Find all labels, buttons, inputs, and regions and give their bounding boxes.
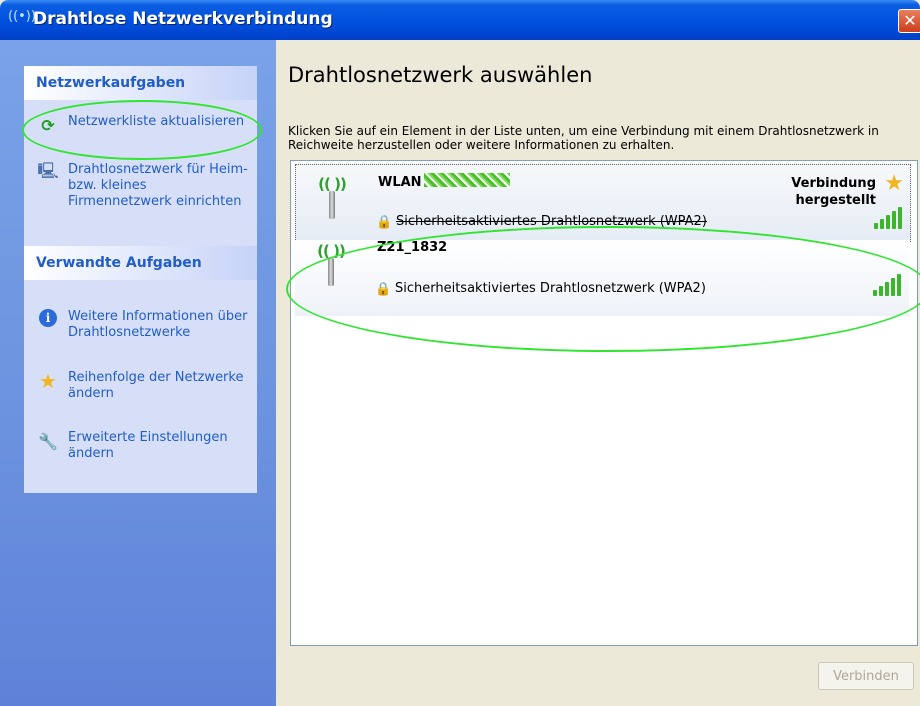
network-item-wlan[interactable]: (( )) WLAN Verbindung hergestellt ★ 🔒 Si… — [295, 164, 911, 242]
close-button[interactable]: ✕ — [898, 9, 920, 33]
main-content: Drahtlosnetzwerk auswählen Klicken Sie a… — [276, 40, 920, 706]
signal-strength-icon — [874, 207, 902, 229]
network-name: Z21_1832 — [377, 240, 448, 255]
related-tasks-panel: Verwandte Aufgaben i Weitere Information… — [24, 246, 257, 493]
refresh-icon: ⟳ — [41, 115, 55, 135]
network-item-z21[interactable]: (( )) Z21_1832 🔒 Sicherheitsaktiviertes … — [295, 240, 909, 316]
sidebar: Netzwerkaufgaben ⟳ Netzwerkliste aktuali… — [0, 40, 276, 706]
redacted-ssid — [423, 173, 510, 187]
security-type: Sicherheitsaktiviertes Drahtlosnetzwerk … — [395, 281, 706, 296]
advanced-settings-link[interactable]: 🔧 Erweiterte Einstellungen ändern — [36, 430, 253, 462]
network-tasks-header: Netzwerkaufgaben — [24, 66, 257, 100]
star-icon: ★ — [39, 369, 57, 393]
setup-wireless-network-link[interactable]: 🖳 Drahtlosnetzwerk für Heim- bzw. kleine… — [36, 160, 253, 210]
network-name: WLAN — [378, 173, 510, 190]
signal-strength-icon — [873, 274, 901, 296]
more-info-label: Weitere Informationen über Drahtlosnetzw… — [68, 309, 248, 340]
info-icon: i — [39, 309, 57, 327]
antenna-icon: (( )) — [309, 242, 353, 292]
antenna-icon: (( )) — [310, 175, 354, 225]
title-bar: ((•)) Drahtlose Netzwerkverbindung ✕ — [0, 0, 920, 40]
wrench-icon: 🔧 — [38, 431, 58, 451]
page-title: Drahtlosnetzwerk auswählen — [288, 63, 593, 87]
lock-icon: 🔒 — [375, 282, 392, 297]
window-title: Drahtlose Netzwerkverbindung — [33, 9, 333, 29]
change-network-order-link[interactable]: ★ Reihenfolge der Netzwerke ändern — [36, 369, 253, 402]
connection-status: Verbindung hergestellt — [791, 176, 876, 208]
connect-button[interactable]: Verbinden — [818, 662, 914, 690]
wizard-icon: 🖳 — [37, 160, 59, 180]
related-tasks-header: Verwandte Aufgaben — [24, 246, 257, 280]
wireless-icon: ((•)) — [8, 9, 36, 24]
lock-icon: 🔒 — [376, 215, 393, 230]
setup-wireless-network-label: Drahtlosnetzwerk für Heim- bzw. kleines … — [68, 162, 248, 209]
network-list[interactable]: (( )) WLAN Verbindung hergestellt ★ 🔒 Si… — [290, 160, 918, 646]
advanced-settings-label: Erweiterte Einstellungen ändern — [68, 430, 228, 461]
network-tasks-panel: Netzwerkaufgaben ⟳ Netzwerkliste aktuali… — [24, 66, 257, 266]
security-type: Sicherheitsaktiviertes Drahtlosnetzwerk … — [396, 214, 707, 229]
refresh-network-list-link[interactable]: ⟳ Netzwerkliste aktualisieren — [36, 114, 253, 136]
more-info-link[interactable]: i Weitere Informationen über Drahtlosnet… — [36, 309, 253, 341]
preferred-star-icon: ★ — [884, 171, 904, 196]
refresh-network-list-label: Netzwerkliste aktualisieren — [68, 114, 245, 129]
instructions-text: Klicken Sie auf ein Element in der Liste… — [288, 124, 879, 152]
change-network-order-label: Reihenfolge der Netzwerke ändern — [68, 370, 244, 401]
